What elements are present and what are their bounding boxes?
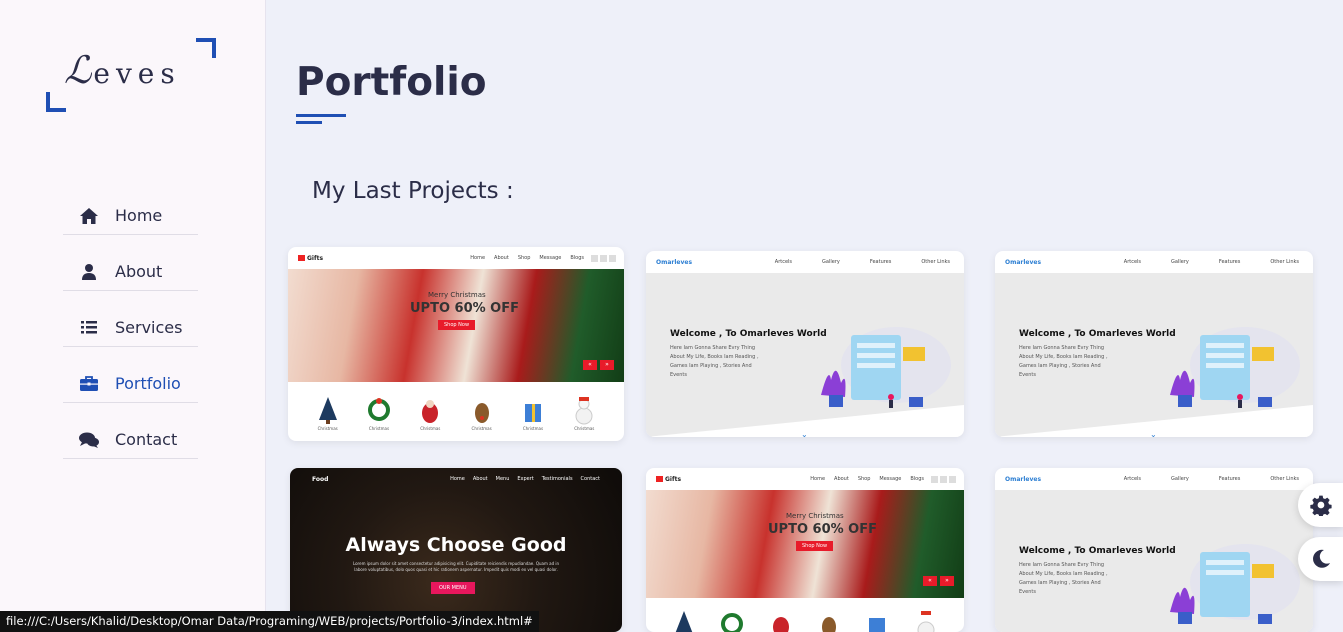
user-icon xyxy=(77,263,101,281)
gift-item: Christmas xyxy=(419,396,441,431)
hero-big-text: UPTO 60% OFF xyxy=(410,301,519,316)
blog-nav-links: Artcels Gallery Features Other Links xyxy=(1123,259,1299,265)
our-menu-button: OUR MENU xyxy=(431,582,475,594)
page-subtitle: My Last Projects : xyxy=(312,178,514,204)
blog-illustration xyxy=(1170,327,1300,408)
sidebar-item-home[interactable]: Home xyxy=(63,197,198,235)
logo-corner-top-right xyxy=(196,38,216,58)
logo-text: ℒeves xyxy=(64,48,181,92)
gifts-nav-icons xyxy=(931,475,956,483)
logo-corner-bottom-left xyxy=(46,92,66,112)
sidebar-item-contact[interactable]: Contact xyxy=(63,421,198,459)
blog-illustration xyxy=(821,327,951,408)
blog-hero: Welcome , To Omarleves World Here Iam Go… xyxy=(995,273,1313,437)
blog-heading: Welcome , To Omarleves World xyxy=(1019,329,1176,339)
sidebar-item-services[interactable]: Services xyxy=(63,309,198,347)
food-nav-links: Home About Menu Expert Testimonials Contact xyxy=(450,476,600,482)
sidebar-nav: Home About Services Portfolio Contact xyxy=(63,197,198,477)
blog-brand: Omarleves xyxy=(1005,475,1042,483)
gifts-nav-links: Home About Shop Message Blogs xyxy=(810,476,924,482)
project-card-blog[interactable]: Omarleves Artcels Gallery Features Other Li… xyxy=(646,251,964,437)
gift-item xyxy=(818,610,840,632)
gift-item xyxy=(915,610,937,632)
gear-icon xyxy=(1309,495,1332,516)
project-card-gifts-2[interactable]: Gifts Home About Shop Message Blogs Merry Ch… xyxy=(646,468,964,632)
gift-item: Christmas xyxy=(522,396,544,431)
hero-small-text: Merry Christmas xyxy=(428,291,486,299)
sidebar-item-about[interactable]: About xyxy=(63,253,198,291)
blog-heading: Welcome , To Omarleves World xyxy=(670,329,827,339)
gift-item: Christmas xyxy=(573,396,595,431)
blog-navbar: Omarleves Artcels Gallery Features Other Li… xyxy=(646,251,964,273)
blog-navbar: Omarleves Artcels Gallery Features Other Li… xyxy=(995,251,1313,273)
hero-small-text: Merry Christmas xyxy=(786,512,844,520)
gift-item: Christmas xyxy=(471,396,493,431)
shop-now-button: Shop Now xyxy=(438,320,476,330)
gifts-brand: Gifts xyxy=(656,476,681,483)
sidebar-item-portfolio[interactable]: Portfolio xyxy=(63,365,198,403)
gifts-nav-links: Home About Shop Message Blogs xyxy=(470,255,584,261)
gift-item xyxy=(770,610,792,632)
gift-item xyxy=(721,610,744,632)
scroll-down-icon: ⌄ xyxy=(801,430,808,437)
blog-navbar: Omarleves Artcels Gallery Features Other Li… xyxy=(995,468,1313,490)
gift-item: Christmas xyxy=(317,396,339,431)
shop-now-button: Shop Now xyxy=(796,541,834,551)
sidebar: ℒeves Home About Services Portfolio Cont… xyxy=(0,0,266,632)
gifts-items-row xyxy=(646,598,964,632)
blog-text: Here Iam Gonna Share Evry Thing About My… xyxy=(670,345,759,378)
project-card-blog-3[interactable]: Omarleves Artcels Gallery Features Other Li… xyxy=(995,468,1313,632)
hero-big-text: UPTO 60% OFF xyxy=(768,522,877,537)
briefcase-icon xyxy=(77,375,101,393)
blog-hero: Welcome , To Omarleves World Here Iam Go… xyxy=(646,273,964,437)
blog-heading: Welcome , To Omarleves World xyxy=(1019,546,1176,556)
chat-icon xyxy=(77,431,101,449)
gifts-hero: Merry Christmas UPTO 60% OFF Shop Now «» xyxy=(646,490,964,598)
scroll-down-icon: ⌄ xyxy=(1150,430,1157,437)
hero-arrows: «» xyxy=(923,576,954,586)
main-content: Portfolio My Last Projects : Gifts Home A… xyxy=(266,0,1343,632)
blog-text: Here Iam Gonna Share Evry Thing About My… xyxy=(1019,562,1108,595)
project-card-food[interactable]: Food Home About Menu Expert Testimonials Cont… xyxy=(290,468,622,632)
sidebar-item-label: About xyxy=(115,262,163,281)
blog-hero: Welcome , To Omarleves World Here Iam Go… xyxy=(995,490,1313,632)
status-bar-url: file:///C:/Users/Khalid/Desktop/Omar Dat… xyxy=(0,611,539,632)
food-text: Lorem ipsum dolor sit amet consectetur a… xyxy=(352,561,560,572)
blog-nav-links: Artcels Gallery Features Other Links xyxy=(1123,476,1299,482)
gift-item xyxy=(673,610,695,632)
sidebar-item-label: Services xyxy=(115,318,183,337)
food-heading: Always Choose Good xyxy=(345,534,567,556)
page-title: Portfolio xyxy=(296,60,487,105)
blog-brand: Omarleves xyxy=(1005,258,1042,266)
home-icon xyxy=(77,207,101,225)
dark-mode-button[interactable] xyxy=(1298,537,1343,581)
logo[interactable]: ℒeves xyxy=(46,38,216,112)
blog-brand: Omarleves xyxy=(656,258,693,266)
hero-arrows: «» xyxy=(583,360,614,370)
food-hero: Food Home About Menu Expert Testimonials Cont… xyxy=(290,468,622,632)
gift-item xyxy=(866,610,888,632)
gifts-brand: Gifts xyxy=(298,255,323,262)
title-underline xyxy=(296,114,346,124)
blog-nav-links: Artcels Gallery Features Other Links xyxy=(774,259,950,265)
gifts-navbar: Gifts Home About Shop Message Blogs xyxy=(646,468,964,490)
gifts-nav-icons xyxy=(591,254,616,262)
food-brand: Food xyxy=(312,475,329,483)
project-card-blog-2[interactable]: Omarleves Artcels Gallery Features Other Li… xyxy=(995,251,1313,437)
blog-illustration xyxy=(1170,544,1300,624)
food-navbar: Food Home About Menu Expert Testimonials Cont… xyxy=(290,468,622,490)
project-card-gifts[interactable]: Gifts Home About Shop Message Blogs Merry Ch… xyxy=(288,247,624,441)
gifts-hero: Merry Christmas UPTO 60% OFF Shop Now «» xyxy=(288,269,624,382)
gifts-items-row: Christmas Christmas Christmas Christmas … xyxy=(288,382,624,431)
gift-item: Christmas xyxy=(367,396,390,431)
gifts-navbar: Gifts Home About Shop Message Blogs xyxy=(288,247,624,269)
sidebar-item-label: Home xyxy=(115,206,163,225)
settings-button[interactable] xyxy=(1298,483,1343,527)
sidebar-item-label: Contact xyxy=(115,430,178,449)
sidebar-item-label: Portfolio xyxy=(115,374,181,393)
list-icon xyxy=(77,319,101,337)
blog-text: Here Iam Gonna Share Evry Thing About My… xyxy=(1019,345,1108,378)
moon-icon xyxy=(1312,549,1330,568)
